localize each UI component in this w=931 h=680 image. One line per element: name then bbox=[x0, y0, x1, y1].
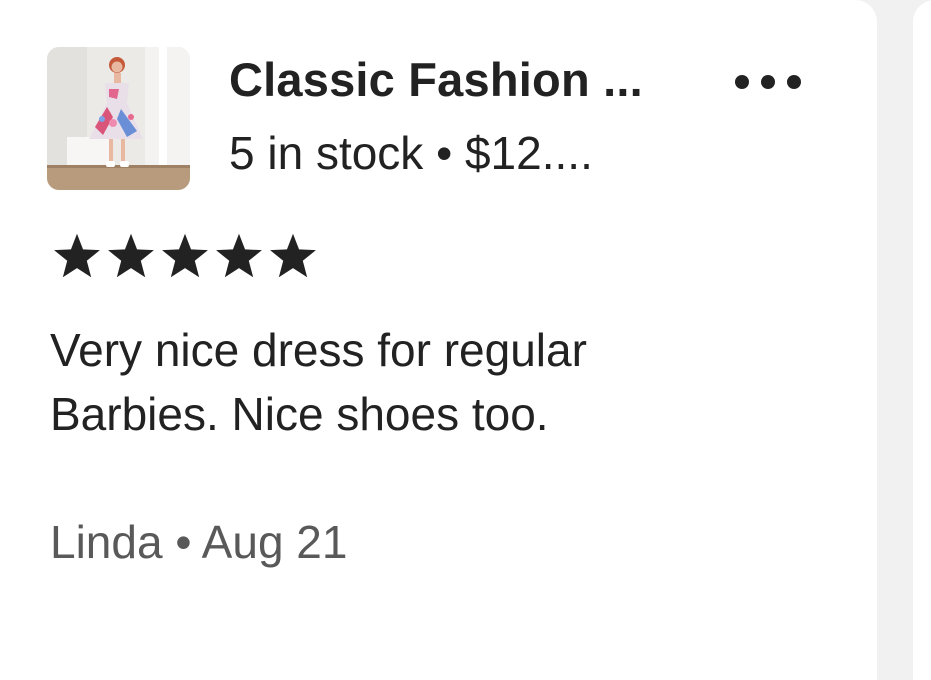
product-stock-price: 5 in stock • $12.... bbox=[229, 127, 593, 179]
more-horizontal-icon bbox=[735, 75, 749, 89]
product-image bbox=[47, 47, 190, 190]
review-text-line: Very nice dress for regular bbox=[50, 324, 587, 376]
star-rating bbox=[52, 232, 318, 280]
star-filled-icon bbox=[216, 233, 262, 278]
review-text: Very nice dress for regular Barbies. Nic… bbox=[50, 318, 810, 446]
review-text-line: Barbies. Nice shoes too. bbox=[50, 388, 549, 440]
star-filled-icon bbox=[270, 233, 316, 278]
product-thumbnail[interactable] bbox=[47, 47, 190, 190]
product-title[interactable]: Classic Fashion ... bbox=[229, 52, 643, 107]
star-filled-icon bbox=[54, 233, 100, 278]
more-horizontal-icon-dot-3 bbox=[787, 75, 801, 89]
review-card[interactable]: Classic Fashion ... 5 in stock • $12....… bbox=[0, 0, 877, 680]
next-review-card-edge[interactable] bbox=[913, 0, 931, 680]
more-horizontal-icon-dot-2 bbox=[761, 75, 775, 89]
star-filled-icon bbox=[108, 233, 154, 278]
more-options-button[interactable] bbox=[735, 64, 801, 100]
reviewer-name-date: Linda • Aug 21 bbox=[50, 516, 348, 568]
star-filled-icon bbox=[162, 233, 208, 278]
